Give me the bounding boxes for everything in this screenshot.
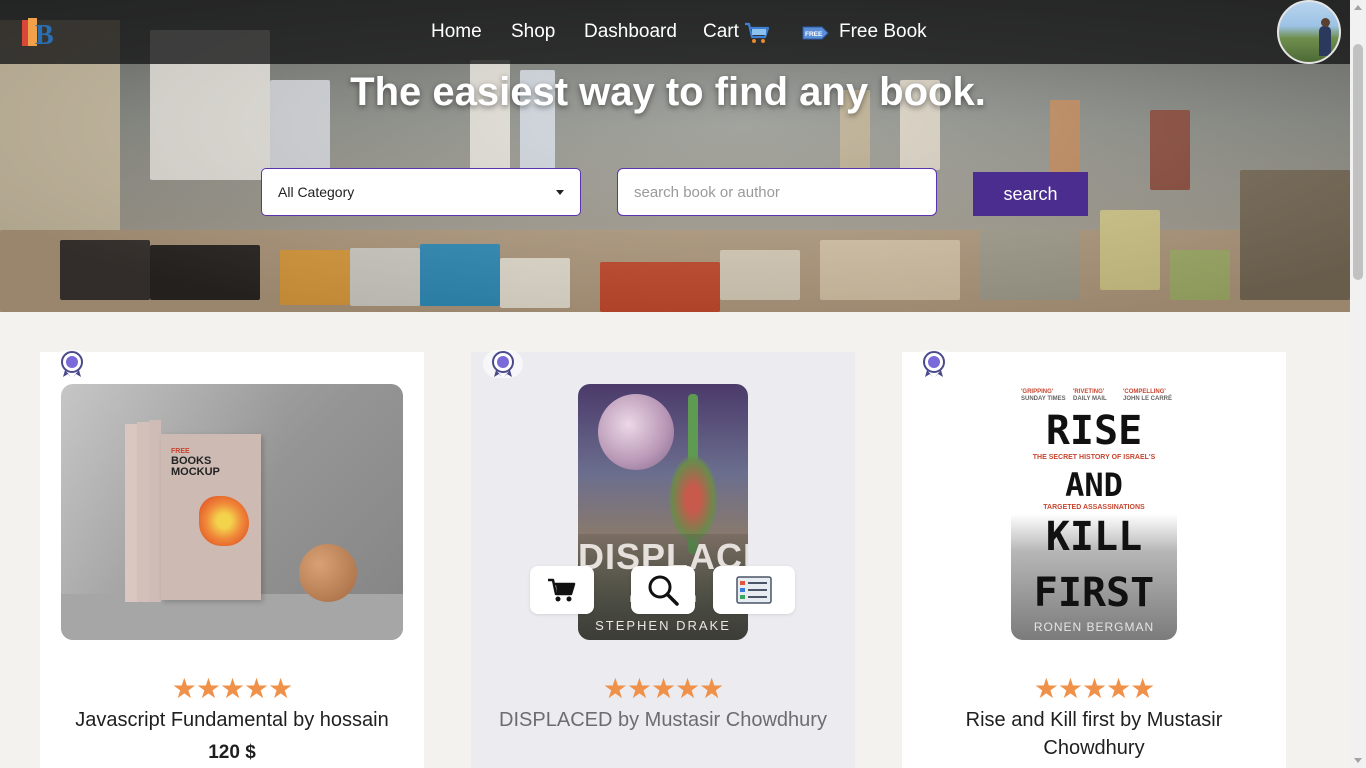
book-price: 120 $ — [208, 742, 256, 763]
checklist-icon — [736, 576, 772, 604]
rating-stars: ★★★★★ — [171, 673, 294, 704]
user-avatar[interactable] — [1277, 0, 1341, 64]
book-cover-image[interactable]: FREE BOOKS MOCKUP — [61, 384, 403, 640]
scrollbar-thumb[interactable] — [1353, 44, 1363, 280]
award-badge-icon — [914, 350, 954, 378]
rating-stars: ★★★★★ — [1033, 673, 1156, 704]
award-badge-icon — [483, 350, 523, 378]
hero-headline: The easiest way to find any book. — [350, 70, 986, 114]
svg-text:FREE: FREE — [805, 31, 823, 38]
book-card[interactable]: 'GRIPPING' SUNDAY TIMES 'RIVETING' DAILY M… — [902, 350, 1286, 768]
top-navbar: B Home Shop Dashboard Cart FREE Free Boo… — [0, 0, 1350, 64]
scroll-up-icon[interactable] — [1354, 5, 1362, 10]
rating-stars: ★★★★★ — [602, 673, 725, 704]
chevron-down-icon — [556, 189, 564, 195]
nav-home-link[interactable]: Home — [431, 21, 482, 43]
quick-view-button[interactable] — [631, 566, 695, 614]
book-cover-image[interactable]: 'GRIPPING' SUNDAY TIMES 'RIVETING' DAILY M… — [1011, 384, 1177, 640]
add-to-cart-button[interactable] — [530, 566, 594, 614]
category-select[interactable]: All Category — [261, 168, 581, 216]
book-title[interactable]: DISPLACED by Mustasir Chowdhury — [491, 706, 835, 734]
scroll-down-icon[interactable] — [1354, 758, 1362, 763]
search-icon — [648, 575, 679, 606]
nav-cart-link[interactable]: Cart — [703, 21, 739, 43]
cart-icon[interactable] — [744, 22, 770, 44]
award-badge-icon — [52, 350, 92, 378]
search-input[interactable] — [617, 168, 937, 216]
details-button[interactable] — [713, 566, 795, 614]
free-tag-icon: FREE — [802, 26, 829, 40]
book-card[interactable]: FREE BOOKS MOCKUP ★★★★★ Javascript Funda… — [40, 350, 424, 768]
nav-dashboard-link[interactable]: Dashboard — [584, 21, 677, 43]
search-button[interactable]: search — [973, 172, 1088, 216]
category-select-value: All Category — [278, 184, 355, 200]
book-title[interactable]: Javascript Fundamental by hossain — [60, 706, 404, 734]
nav-shop-link[interactable]: Shop — [511, 21, 555, 43]
book-title[interactable]: Rise and Kill first by Mustasir Chowdhur… — [922, 706, 1266, 762]
page-scrollbar[interactable] — [1350, 0, 1366, 768]
nav-free-book-link[interactable]: Free Book — [839, 21, 927, 43]
cart-icon — [548, 578, 576, 602]
book-card[interactable]: DISPLACED DISPLACED ON STEPHEN DRAKE ★★★… — [471, 350, 855, 768]
nav-menu: Home Shop Dashboard Cart FREE Free Book — [0, 0, 1350, 64]
